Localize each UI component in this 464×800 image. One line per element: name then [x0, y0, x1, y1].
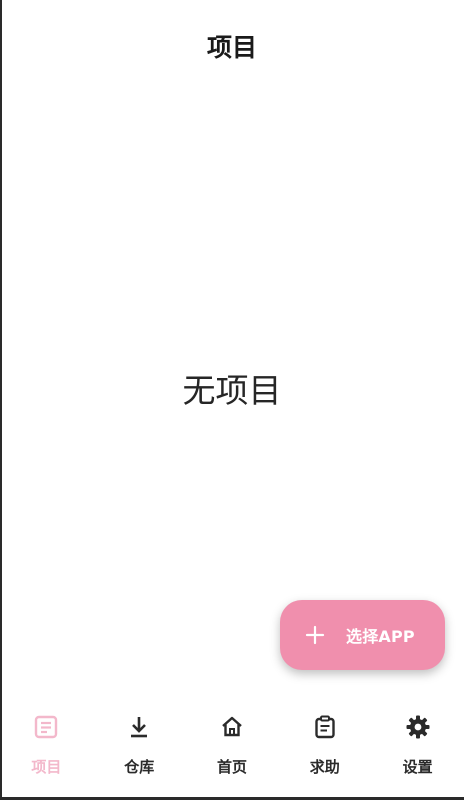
page-title: 项目: [206, 33, 257, 62]
nav-label-projects: 项目: [31, 758, 62, 776]
select-app-button[interactable]: 选择APP: [280, 600, 445, 670]
download-icon: [124, 712, 154, 742]
nav-label-settings: 设置: [402, 758, 433, 776]
plus-icon: [304, 624, 326, 646]
gear-icon: [403, 712, 433, 742]
empty-state-message: 无项目: [182, 371, 282, 410]
nav-item-settings[interactable]: 设置: [371, 700, 464, 797]
nav-label-home: 首页: [216, 758, 247, 776]
clipboard-icon: [310, 712, 340, 742]
nav-label-help: 求助: [309, 758, 340, 776]
nav-item-help[interactable]: 求助: [278, 700, 371, 797]
bottom-navigation: 项目 仓库 首页 求助 设置: [0, 700, 464, 797]
app-header: 项目: [0, 0, 464, 90]
document-list-icon: [31, 712, 61, 742]
nav-item-projects[interactable]: 项目: [0, 700, 93, 797]
nav-item-repository[interactable]: 仓库: [93, 700, 186, 797]
select-app-label: 选择APP: [346, 627, 415, 646]
home-icon: [217, 712, 247, 742]
nav-label-repository: 仓库: [124, 758, 155, 776]
nav-item-home[interactable]: 首页: [186, 700, 279, 797]
